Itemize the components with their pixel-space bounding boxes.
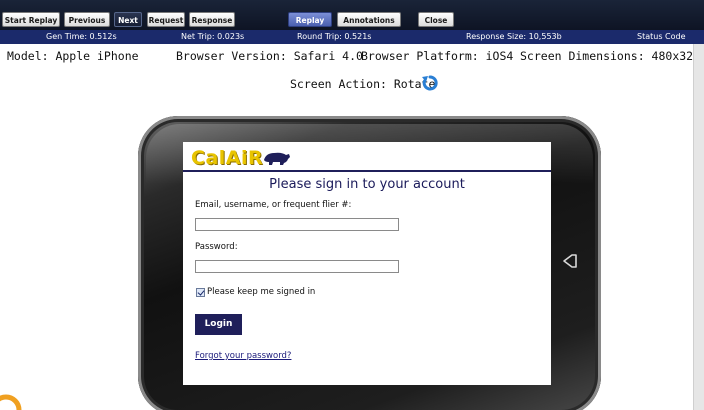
password-field[interactable] [195, 260, 399, 273]
browser-platform-label: Browser Platform: iOS4 [361, 49, 514, 63]
gen-time: Gen Time: 0.512s [46, 32, 117, 41]
login-button[interactable]: Login [195, 314, 242, 335]
device-meta: Model: Apple iPhone Browser Version: Saf… [0, 49, 704, 65]
remember-me-checkbox[interactable] [196, 288, 205, 297]
round-trip: Round Trip: 0.521s [297, 32, 372, 41]
screen-action-label: Screen Action: Rotate [290, 77, 436, 91]
calair-logo: CalAiR [191, 147, 264, 169]
email-field[interactable] [195, 218, 399, 231]
start-replay-button[interactable]: Start Replay [2, 12, 60, 27]
forgot-password-link[interactable]: Forgot your password? [195, 351, 291, 361]
response-size: Response Size: 10,553b [466, 32, 562, 41]
browser-version-label: Browser Version: Safari 4.0 [176, 49, 363, 63]
previous-button[interactable]: Previous [64, 12, 110, 27]
bear-icon [264, 152, 290, 165]
close-button[interactable]: Close [418, 12, 454, 27]
status-code: Status Code [637, 32, 686, 41]
stats-bar: Gen Time: 0.512s Net Trip: 0.023s Round … [0, 30, 704, 44]
request-button[interactable]: Request [147, 12, 185, 27]
signin-title: Please sign in to your account [269, 177, 465, 192]
replay-viewer: Start Replay Previous Next Request Respo… [0, 0, 704, 410]
password-label: Password: [195, 242, 238, 252]
right-scroll-panel[interactable] [693, 44, 704, 410]
next-button[interactable]: Next [114, 12, 142, 27]
orange-circle-icon[interactable] [0, 394, 22, 410]
response-button[interactable]: Response [189, 12, 235, 27]
device-screen: CalAiR Please sign in to your account Em… [183, 142, 551, 385]
home-button-icon[interactable] [561, 252, 579, 270]
remember-me-label[interactable]: Please keep me signed in [207, 287, 315, 297]
logo-divider [183, 170, 551, 172]
net-trip: Net Trip: 0.023s [181, 32, 245, 41]
screen-dimensions-label: Screen Dimensions: 480x320 [520, 49, 701, 63]
annotations-button[interactable]: Annotations [337, 12, 401, 27]
toolbar: Start Replay Previous Next Request Respo… [0, 0, 704, 31]
model-label: Model: Apple iPhone [7, 49, 139, 63]
email-label: Email, username, or frequent flier #: [195, 200, 352, 210]
rotate-icon [422, 75, 438, 91]
replay-tab[interactable]: Replay [288, 12, 332, 27]
